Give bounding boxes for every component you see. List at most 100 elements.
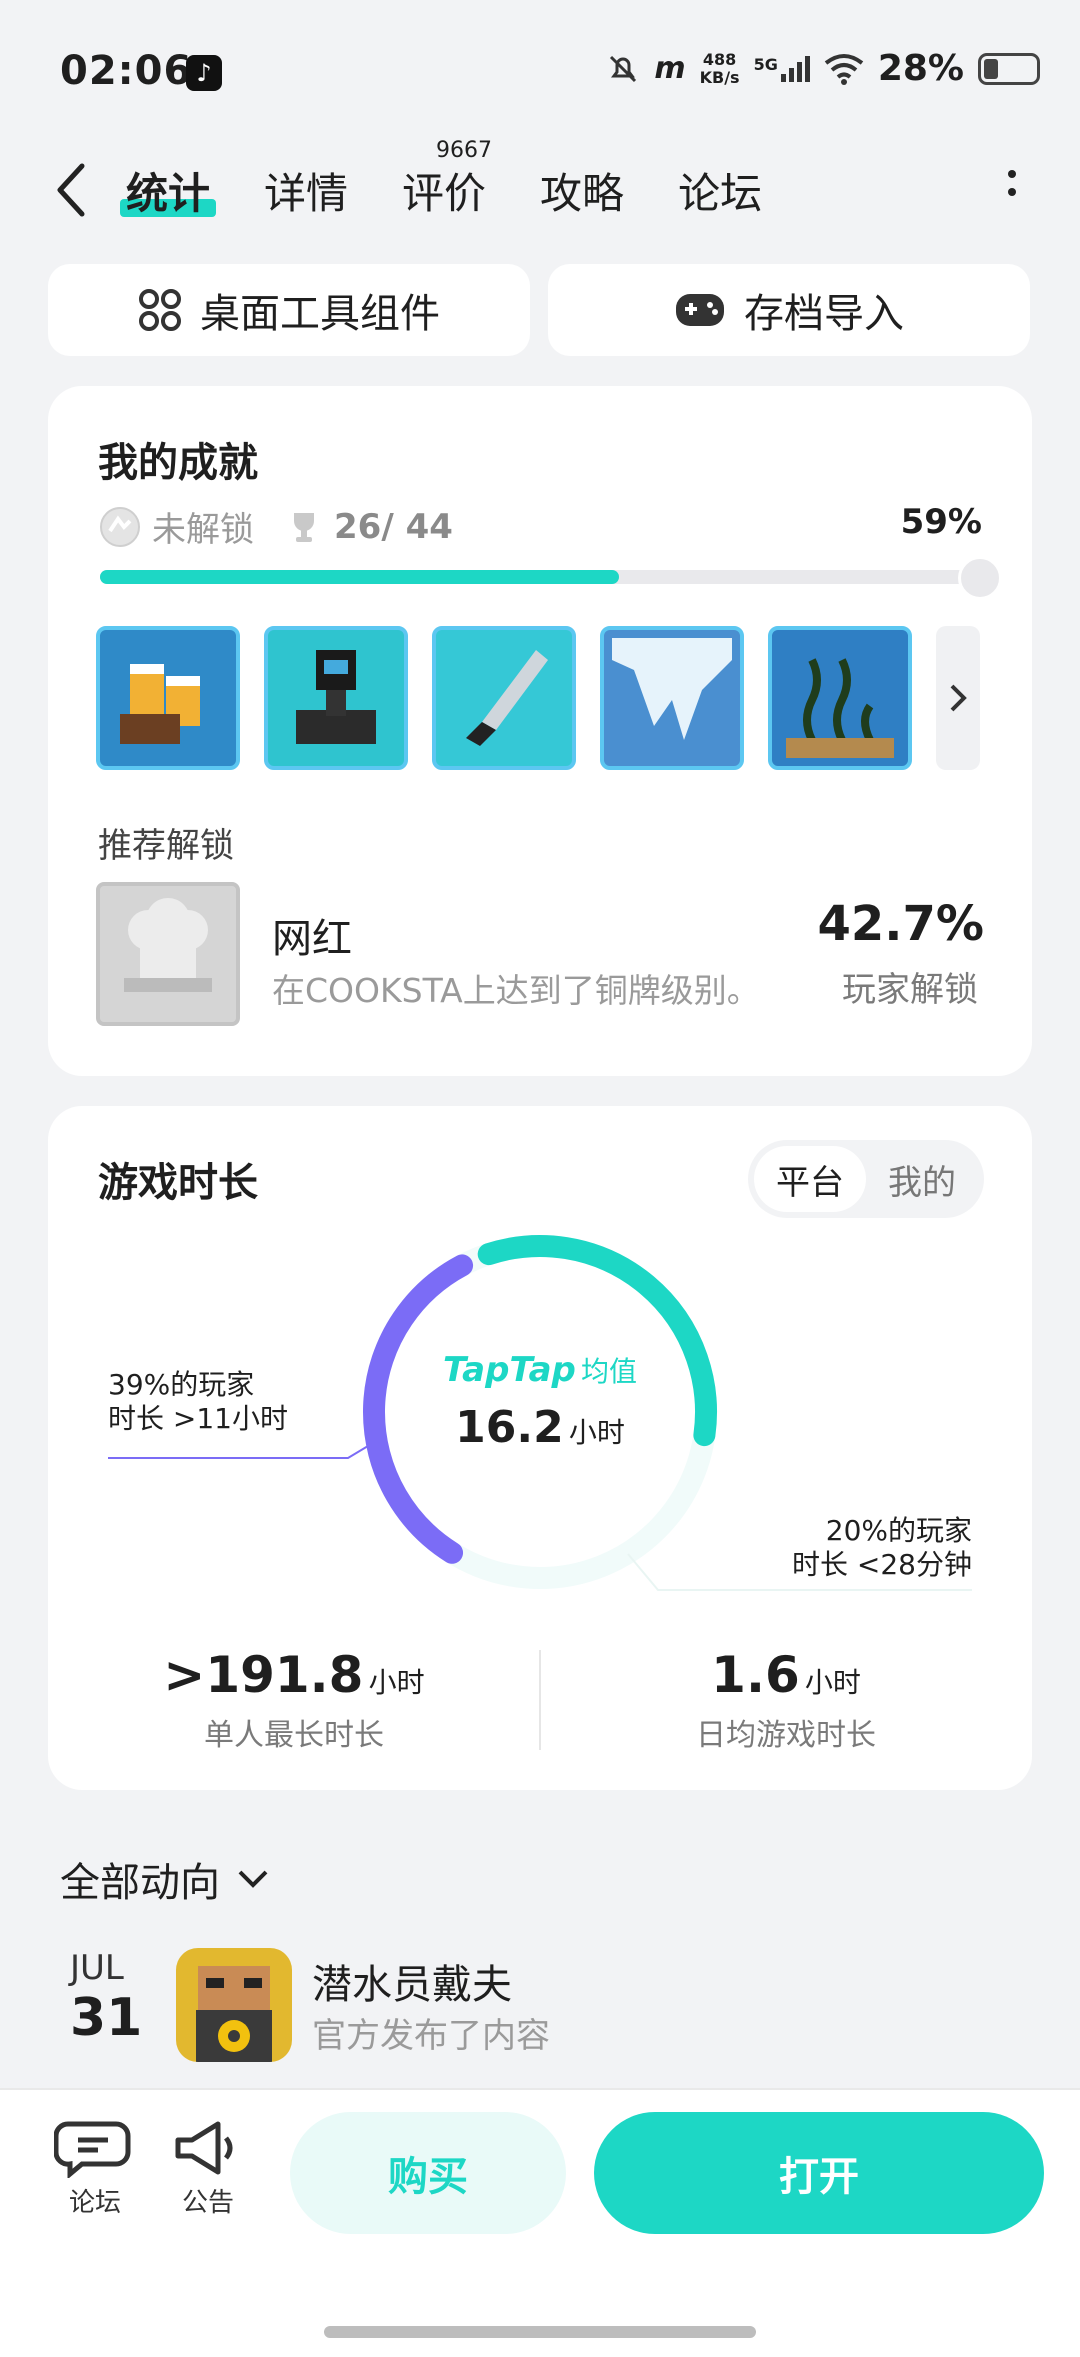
recommended-rate-label: 玩家解锁	[842, 970, 978, 1010]
gamepad-icon	[676, 294, 724, 326]
achievement-tile[interactable]	[96, 626, 240, 770]
signal-icon: 5G	[754, 55, 810, 82]
achievement-tiles	[96, 626, 980, 770]
achievements-card: 我的成就 未解锁 26/ 44 59% 推荐解锁 网红 在COOKSTA上达到了…	[48, 386, 1032, 1076]
battery-icon	[978, 52, 1040, 85]
achievement-summary: 未解锁 26/ 44	[98, 502, 453, 551]
left-note: 39%的玩家 时长 >11小时	[108, 1368, 288, 1436]
average-value: 16.2 小时	[440, 1402, 640, 1453]
average-text: 均值	[580, 1355, 637, 1388]
achievement-percent: 59%	[900, 502, 982, 542]
stat-daily-playtime: 1.6 小时 日均游戏时长	[540, 1646, 1032, 1754]
more-dot	[1008, 170, 1016, 178]
average-unit: 小时	[568, 1416, 625, 1449]
achievement-count: 26/ 44	[334, 506, 453, 547]
achievement-progress-track	[100, 570, 980, 584]
locked-badge-icon	[100, 506, 140, 547]
review-count-badge: 9667	[436, 138, 493, 163]
locked-label: 未解锁	[152, 510, 254, 550]
wifi-icon	[824, 53, 864, 85]
stat-prefix: >	[163, 1646, 206, 1704]
feed-subtitle: 官方发布了内容	[312, 2016, 550, 2056]
left-note-line2: 时长 >11小时	[108, 1402, 288, 1435]
stat-max-playtime: >191.8 小时 单人最长时长	[48, 1646, 540, 1754]
achievement-progress-fill	[100, 570, 620, 584]
more-menu-button[interactable]	[1008, 170, 1016, 196]
recommended-rate: 42.7%	[817, 896, 984, 952]
recommended-achievement-tile[interactable]	[96, 882, 240, 1026]
home-indicator[interactable]	[324, 2326, 756, 2338]
tab-bar: 统计 详情 评价 9667 攻略 论坛	[119, 138, 762, 221]
diver-icon	[296, 650, 376, 744]
announcement-label: 公告	[181, 2188, 234, 2218]
tab-forum[interactable]: 论坛	[678, 160, 762, 221]
feed-day: 31	[70, 1988, 143, 2048]
knife-fish-icon	[466, 650, 548, 746]
buy-button[interactable]: 购买	[290, 2112, 566, 2234]
battery-percent: 28%	[877, 48, 964, 89]
right-note-line1: 20%的玩家	[825, 1514, 972, 1547]
average-label: TapTap 均值	[438, 1350, 642, 1390]
tiktok-notification-icon: ♪	[186, 55, 222, 91]
achievements-next-button[interactable]	[936, 626, 980, 770]
achievement-tile[interactable]	[432, 626, 576, 770]
tab-details[interactable]: 详情	[264, 160, 348, 221]
feed-title: 潜水员戴夫	[312, 1962, 512, 2008]
chevron-right-icon	[950, 684, 967, 712]
status-indicators: m 488 KB/s 5G 28%	[606, 48, 1040, 89]
achievements-title: 我的成就	[98, 440, 258, 486]
tab-stats[interactable]: 统计	[119, 160, 217, 221]
stat-unit: 小时	[368, 1666, 425, 1699]
achievement-tile[interactable]	[600, 626, 744, 770]
announcement-button[interactable]: 公告	[168, 2118, 248, 2219]
recommended-desc: 在COOKSTA上达到了铜牌级别。	[272, 971, 760, 1010]
iceberg-icon	[612, 638, 732, 740]
desktop-widget-button[interactable]: 桌面工具组件	[48, 264, 530, 356]
open-button[interactable]: 打开	[594, 2112, 1044, 2234]
recommended-name: 网红	[272, 916, 352, 962]
back-button[interactable]	[52, 160, 92, 220]
feed-filter-label: 全部动向	[60, 1860, 220, 1906]
diver-dave-icon	[196, 1966, 272, 2062]
stat-value: 191.8	[205, 1646, 364, 1704]
game-avatar	[176, 1948, 292, 2062]
save-import-label: 存档导入	[744, 291, 904, 337]
trophy-icon	[294, 512, 314, 542]
forum-button[interactable]: 论坛	[53, 2118, 136, 2219]
left-note-leader	[108, 1445, 369, 1459]
stat-label: 单人最长时长	[204, 1718, 384, 1753]
feed-month: JUL	[70, 1948, 124, 1988]
chevron-down-icon	[238, 1870, 268, 1888]
status-time: 02:06	[60, 48, 193, 94]
beer-mugs-icon	[120, 664, 200, 744]
widgets-icon	[139, 289, 181, 331]
right-note: 20%的玩家 时长 <28分钟	[792, 1514, 972, 1582]
right-note-line2: 时长 <28分钟	[792, 1548, 972, 1581]
tab-reviews[interactable]: 评价 9667	[402, 138, 492, 221]
stat-unit: 小时	[804, 1666, 861, 1699]
achievement-tile[interactable]	[768, 626, 912, 770]
forum-label: 论坛	[68, 2188, 121, 2218]
chevron-left-icon	[57, 163, 85, 217]
seaweed-icon	[786, 658, 894, 758]
desktop-widget-label: 桌面工具组件	[200, 291, 440, 337]
tab-guides[interactable]: 攻略	[540, 160, 624, 221]
average-number: 16.2	[455, 1402, 564, 1453]
save-import-button[interactable]: 存档导入	[548, 264, 1030, 356]
left-note-line1: 39%的玩家	[108, 1368, 255, 1401]
forum-chat-icon	[53, 2121, 131, 2180]
nfc-icon: m	[654, 51, 686, 86]
feed-item[interactable]: JUL 31 潜水员戴夫 官方发布了内容	[60, 1948, 1060, 2068]
progress-end-badge-icon	[958, 556, 1002, 600]
achievement-tile[interactable]	[264, 626, 408, 770]
stat-label: 日均游戏时长	[696, 1718, 876, 1753]
recommend-title: 推荐解锁	[98, 826, 234, 866]
megaphone-icon	[175, 2121, 233, 2175]
feed-filter[interactable]: 全部动向	[60, 1850, 270, 1908]
chef-hat-icon	[124, 898, 212, 992]
mute-icon	[610, 55, 637, 82]
playtime-card: 游戏时长 平台 我的 TapTap 均值 16.2 小时 39%的玩家 时长 >…	[48, 1106, 1032, 1790]
stat-value: 1.6	[711, 1646, 800, 1704]
more-dot	[1008, 188, 1016, 196]
net-speed: 488 KB/s	[699, 49, 740, 87]
